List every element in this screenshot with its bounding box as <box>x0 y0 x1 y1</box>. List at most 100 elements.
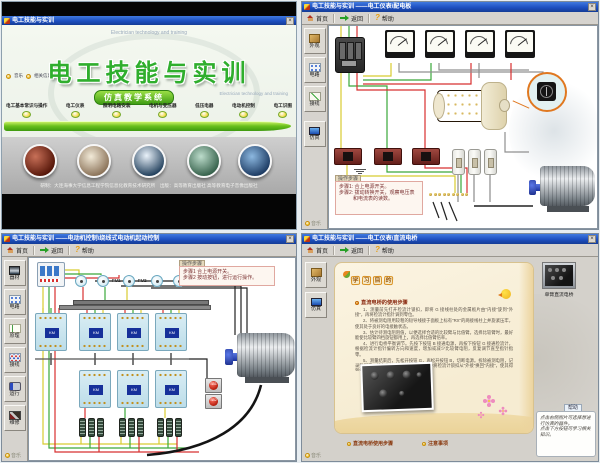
menu-oval-icon[interactable] <box>239 111 248 118</box>
fuse-holder <box>484 149 497 175</box>
switch-knob-zoom[interactable] <box>537 82 556 101</box>
window-icon <box>4 236 10 242</box>
help-button[interactable]: ?帮助 <box>373 13 396 24</box>
motor <box>227 331 296 387</box>
music-corner[interactable]: 音乐 <box>305 452 321 459</box>
music-corner[interactable]: 音乐 <box>5 452 21 459</box>
home-button[interactable]: 首页 <box>305 245 330 256</box>
bridge-thumbnail[interactable] <box>542 262 576 289</box>
menu-item-lighting[interactable]: 照明电路安装 <box>103 103 131 118</box>
window-title: 电工技能与实训 <box>12 16 284 26</box>
home-button[interactable]: 首页 <box>5 245 30 256</box>
ground-symbol <box>353 168 367 175</box>
menu-item-instruments[interactable]: 电工仪表 <box>66 103 84 118</box>
monitor-icon <box>311 298 322 306</box>
analog-meter <box>505 30 535 58</box>
window-icon <box>304 4 310 10</box>
step-line: 和电流表的读数。 <box>339 196 419 202</box>
fuse <box>75 275 87 287</box>
music-corner[interactable]: 音乐 <box>305 220 321 227</box>
sidebar-item-maintenance[interactable]: 维修 <box>4 405 26 431</box>
menu-oval-icon[interactable] <box>278 111 287 118</box>
home-button[interactable]: 首页 <box>305 13 330 24</box>
toolbar-separator <box>333 246 335 255</box>
card-side-decor <box>519 263 533 433</box>
leaf-decor-icon <box>343 271 350 278</box>
toolbar-separator <box>333 14 335 23</box>
product-photo-wires <box>23 144 57 178</box>
link-usage-steps[interactable]: 直流电桥使用步骤 <box>347 440 393 447</box>
sidebar-item-circuit[interactable]: 电路 <box>304 57 326 83</box>
sidebar-item-equipment[interactable]: 器材 <box>4 260 26 286</box>
link-precautions[interactable]: 注意事项 <box>422 440 448 447</box>
tools-icon <box>9 411 21 420</box>
menu-oval-icon[interactable] <box>22 111 31 118</box>
push-button-sb1[interactable]: SB1 <box>205 378 222 393</box>
sidebar-item-simulation[interactable]: 仿真 <box>304 121 326 147</box>
resistor-coil <box>157 418 164 437</box>
sidebar-item-principle[interactable]: 原理 <box>4 318 26 344</box>
circuit-breaker[interactable] <box>37 262 65 287</box>
sidebar-item-wiring[interactable]: 接线 <box>304 86 326 112</box>
back-button[interactable]: 返回 <box>338 245 365 256</box>
music-icon <box>5 453 10 458</box>
titlebar[interactable]: 电工技能与实训 ——电工仪表\直流电桥 × <box>302 234 598 244</box>
sidebar-item-circuit[interactable]: 电路 <box>4 289 26 315</box>
fuse <box>97 275 109 287</box>
close-icon[interactable]: × <box>286 235 294 243</box>
learning-card: 学 习 目 的 直流电桥的使用步骤 1、测量前先打开检流计锁扣，即将 G 接线柱… <box>334 262 534 434</box>
schematic-icon <box>9 324 21 333</box>
close-icon[interactable]: × <box>588 235 596 243</box>
sidebar-item-simulation[interactable]: 仿真 <box>305 292 327 318</box>
help-button[interactable]: ?帮助 <box>373 245 396 256</box>
titlebar[interactable]: 电工技能与实训 × <box>2 16 296 25</box>
back-arrow-icon <box>340 15 349 21</box>
close-icon[interactable]: × <box>286 17 294 25</box>
monitor-icon <box>309 127 320 135</box>
simulation-canvas: FU1 FU2 KM KM KM KM KM KM KM SB1 SB2 <box>28 257 296 461</box>
sidebar-item-wiring[interactable]: 接线 <box>4 347 26 373</box>
switch-knob[interactable] <box>499 99 510 112</box>
box-icon <box>309 34 320 43</box>
close-icon[interactable]: × <box>588 3 596 11</box>
titlebar[interactable]: 电工技能与实训 ——电工仪表\配电板 × <box>302 2 598 12</box>
menu-item-basics[interactable]: 电工基本常识与操作 <box>6 103 47 118</box>
fuse-label: FU1 <box>112 278 121 283</box>
menu-oval-icon[interactable] <box>112 111 121 118</box>
sidebar-item-appearance[interactable]: 外观 <box>305 262 327 288</box>
contactor: KM <box>35 313 67 351</box>
help-button[interactable]: ?帮助 <box>73 245 96 256</box>
menu-item-diagrams[interactable]: 电工识图 <box>274 103 292 118</box>
menu-oval-icon[interactable] <box>71 111 80 118</box>
breaker-handle[interactable] <box>341 60 357 67</box>
menu-oval-icon[interactable] <box>200 111 209 118</box>
back-button[interactable]: 返回 <box>338 13 365 24</box>
back-button[interactable]: 返回 <box>38 245 65 256</box>
sidebar: 器材 电路 原理 接线 运行 维修 <box>2 257 28 461</box>
menu-item-lowvoltage[interactable]: 低压电器 <box>195 103 213 118</box>
resistor-coil <box>88 418 95 437</box>
simulation-canvas: 操作步骤 步骤1: 合上电源开关。 步骤2: 拨动转换开关，观察电压表 和电流表… <box>328 25 598 229</box>
home-icon <box>307 247 314 253</box>
rotary-switch[interactable] <box>437 80 509 132</box>
current-transformer <box>334 148 362 165</box>
operation-steps: 步骤1 合上电源开关。 步骤2 按动按钮，进行运行操作。 <box>179 266 275 286</box>
sidebar-item-run[interactable]: 运行 <box>4 376 26 402</box>
english-tagline-top: Electrician technology and training <box>2 30 296 36</box>
help-note: 点击右侧图片可选择想进行仿真的器件。 点击下方按钮可学习相关知识。 <box>536 411 596 457</box>
circuit-icon <box>309 63 321 72</box>
flower-decor-icon <box>487 399 491 403</box>
contactor: KM <box>117 313 149 351</box>
window-title: 电工技能与实训 ——电动机控制\绕线式电动机起动控制 <box>12 234 284 244</box>
help-icon: ? <box>375 246 380 254</box>
menu-item-motor-transformer[interactable]: 电机与变压器 <box>149 103 177 118</box>
push-button-sb2[interactable]: SB2 <box>205 394 222 409</box>
titlebar[interactable]: 电工技能与实训 ——电动机控制\绕线式电动机起动控制 × <box>2 234 296 244</box>
contactor: KM <box>155 313 187 351</box>
bullet-icon <box>355 301 359 305</box>
resistor-coil <box>137 418 144 437</box>
sidebar-item-appearance[interactable]: 外观 <box>304 28 326 54</box>
menu-item-motor-control[interactable]: 电动机控制 <box>232 103 255 118</box>
circuit-breaker[interactable] <box>335 37 365 73</box>
menu-oval-icon[interactable] <box>158 111 167 118</box>
